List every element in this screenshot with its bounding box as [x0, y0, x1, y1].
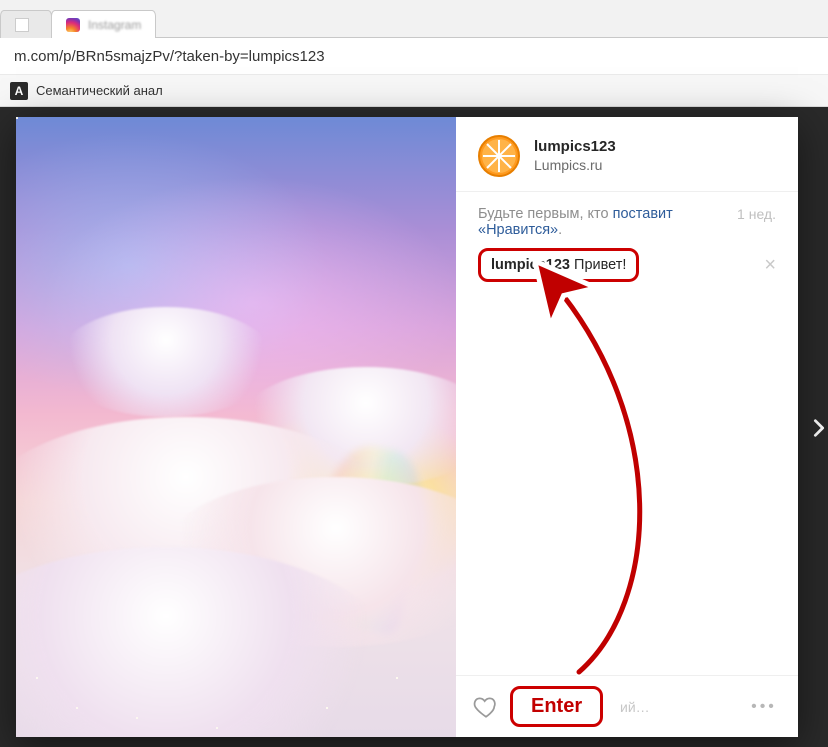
- annotation-arrow: [484, 272, 694, 692]
- tab-title: Instagram: [88, 18, 141, 32]
- bookmark-favicon-icon: A: [10, 82, 28, 100]
- chevron-right-icon: [808, 417, 828, 439]
- post-side-panel: lumpics123 Lumpics.ru Будьте первым, кто…: [456, 117, 798, 737]
- browser-chrome: Instagram m.com/p/BRn5smajzPv/?taken-by=…: [0, 0, 828, 107]
- comment-row: lumpics123 Привет! ×: [478, 248, 776, 282]
- comment-input[interactable]: Enter ий…: [510, 686, 736, 727]
- orange-slice-icon: [478, 135, 520, 177]
- address-bar-row: m.com/p/BRn5smajzPv/?taken-by=lumpics123: [0, 38, 828, 74]
- address-text: m.com/p/BRn5smajzPv/?taken-by=lumpics123: [14, 48, 325, 65]
- post-body: Будьте первым, кто поставит «Нравится». …: [456, 192, 798, 675]
- page-area: lumpics123 Lumpics.ru Будьте первым, кто…: [0, 107, 828, 747]
- comment-placeholder: ий…: [620, 699, 650, 715]
- instagram-favicon-icon: [66, 18, 80, 32]
- post-timestamp: 1 нед.: [737, 206, 776, 222]
- delete-comment-button[interactable]: ×: [764, 255, 776, 275]
- next-photo-button[interactable]: [808, 406, 828, 450]
- likes-prefix: Будьте первым, кто: [478, 206, 613, 222]
- post-image[interactable]: [16, 117, 456, 737]
- bookmark-item[interactable]: Семантический анал: [36, 83, 163, 98]
- comment-text: Привет!: [574, 257, 626, 273]
- address-bar[interactable]: m.com/p/BRn5smajzPv/?taken-by=lumpics123: [8, 43, 820, 69]
- avatar[interactable]: [478, 135, 520, 177]
- tab-strip: Instagram: [0, 0, 828, 38]
- comment-username[interactable]: lumpics123: [491, 257, 570, 273]
- browser-tab-1[interactable]: [0, 10, 52, 38]
- likes-line: Будьте первым, кто поставит «Нравится». …: [478, 206, 776, 238]
- annotation-comment-highlight: lumpics123 Привет!: [478, 248, 639, 282]
- browser-tab-2[interactable]: Instagram: [51, 10, 156, 38]
- instagram-post-modal: lumpics123 Lumpics.ru Будьте первым, кто…: [16, 117, 798, 737]
- likes-suffix: .: [558, 222, 562, 238]
- post-header: lumpics123 Lumpics.ru: [456, 117, 798, 192]
- heart-icon: [473, 694, 499, 720]
- post-footer: Enter ий… •••: [456, 675, 798, 737]
- annotation-enter-label: Enter: [510, 686, 603, 727]
- be-first-like-text: Будьте первым, кто поставит «Нравится».: [478, 206, 723, 238]
- bookmarks-bar: A Семантический анал: [0, 74, 828, 106]
- post-display-name: Lumpics.ru: [534, 157, 616, 175]
- more-options-button[interactable]: •••: [746, 698, 782, 716]
- tab-favicon: [15, 18, 29, 32]
- post-image-content: [16, 117, 456, 737]
- post-username[interactable]: lumpics123: [534, 138, 616, 157]
- user-block: lumpics123 Lumpics.ru: [534, 138, 616, 174]
- like-button[interactable]: [472, 693, 500, 721]
